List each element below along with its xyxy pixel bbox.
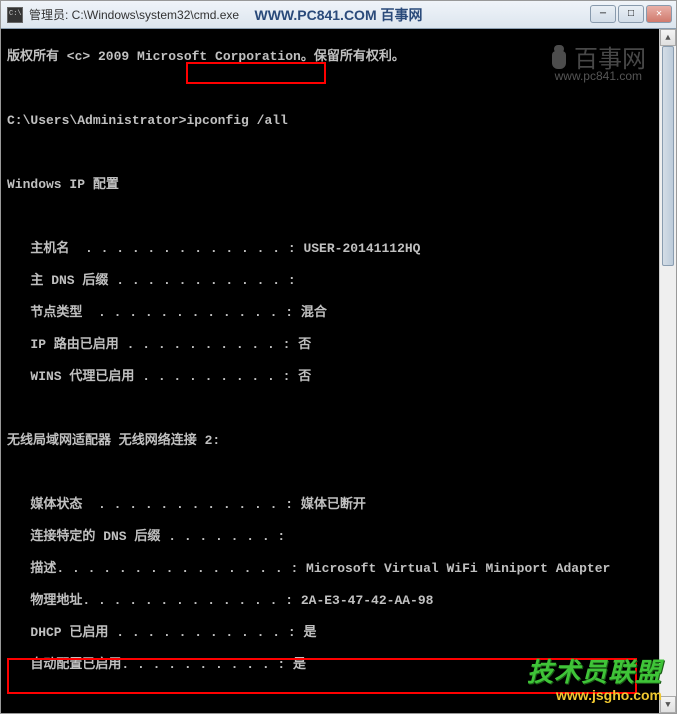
- close-button[interactable]: ✕: [646, 5, 672, 23]
- ip-routing-value: 否: [298, 337, 311, 352]
- host-name-value: USER-20141112HQ: [303, 241, 420, 256]
- desc-value-2: Microsoft Virtual WiFi Miniport Adapter: [306, 561, 610, 576]
- site-header-watermark: WWW.PC841.COM 百事网: [254, 5, 422, 25]
- conn-dns-label-2: 连接特定的 DNS 后缀 . . . . . . . :: [7, 529, 293, 544]
- scroll-down-arrow[interactable]: ▼: [660, 696, 676, 713]
- phys-value-2: 2A-E3-47-42-AA-98: [301, 593, 434, 608]
- host-name-label: 主机名 . . . . . . . . . . . . . :: [7, 241, 303, 256]
- dhcp-label-2: DHCP 已启用 . . . . . . . . . . . :: [7, 625, 303, 640]
- command-text: ipconfig /all: [186, 113, 287, 128]
- adapter-2-title: 无线局域网适配器 无线网络连接 2:: [7, 433, 670, 449]
- primary-dns-label: 主 DNS 后缀 . . . . . . . . . . . :: [7, 273, 303, 288]
- maximize-button[interactable]: □: [618, 5, 644, 23]
- window-titlebar: 管理员: C:\Windows\system32\cmd.exe WWW.PC8…: [1, 1, 676, 29]
- phys-label-2: 物理地址. . . . . . . . . . . . . :: [7, 593, 301, 608]
- media-state-value: 媒体已断开: [301, 497, 366, 512]
- watermark-top-url: www.pc841.com: [555, 69, 642, 83]
- vertical-scrollbar[interactable]: ▲ ▼: [659, 29, 676, 713]
- node-type-label: 节点类型 . . . . . . . . . . . . :: [7, 305, 301, 320]
- minimize-button[interactable]: ─: [590, 5, 616, 23]
- cmd-icon: [7, 7, 23, 23]
- ip-routing-label: IP 路由已启用 . . . . . . . . . . :: [7, 337, 298, 352]
- watermark-bottom: 技术员联盟 www.jsgho.com: [527, 652, 662, 703]
- watermark-bottom-url: www.jsgho.com: [527, 687, 662, 703]
- window-title: 管理员: C:\Windows\system32\cmd.exe: [29, 6, 239, 23]
- scroll-track[interactable]: [660, 46, 676, 696]
- prompt: C:\Users\Administrator>: [7, 113, 186, 128]
- auto-value-2: 是: [293, 657, 306, 672]
- desc-label-2: 描述. . . . . . . . . . . . . . . :: [7, 561, 306, 576]
- node-type-value: 混合: [301, 305, 327, 320]
- ip-config-heading: Windows IP 配置: [7, 177, 670, 193]
- terminal-content[interactable]: 版权所有 <c> 2009 Microsoft Corporation。保留所有…: [1, 29, 676, 713]
- wins-value: 否: [298, 369, 311, 384]
- auto-label-2: 自动配置已启用. . . . . . . . . . :: [7, 657, 293, 672]
- watermark-bottom-text: 技术员联盟: [527, 652, 662, 689]
- dhcp-value-2: 是: [303, 625, 316, 640]
- wins-label: WINS 代理已启用 . . . . . . . . . :: [7, 369, 298, 384]
- window-controls: ─ □ ✕: [590, 5, 672, 23]
- scroll-thumb[interactable]: [662, 46, 674, 266]
- media-state-label: 媒体状态 . . . . . . . . . . . . :: [7, 497, 301, 512]
- baishi-mascot-icon: [550, 45, 568, 69]
- scroll-up-arrow[interactable]: ▲: [660, 29, 676, 46]
